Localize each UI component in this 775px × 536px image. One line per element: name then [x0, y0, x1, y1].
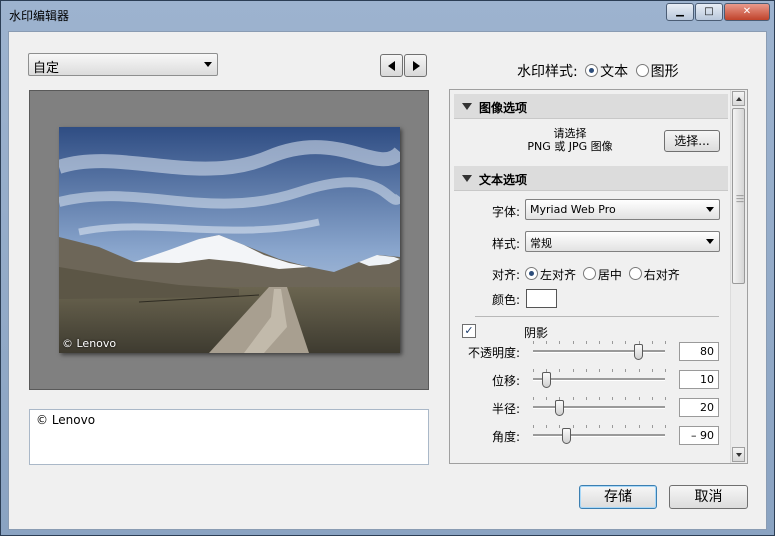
slider-thumb[interactable]: [561, 428, 571, 444]
font-dropdown[interactable]: Myriad Web Pro: [525, 199, 720, 220]
close-icon: ✕: [742, 6, 752, 17]
slider-label: 位移:: [491, 374, 520, 388]
dialog-body: 自定 水印样式: 文本 图形 © Lenovo © Lenovo 图像选项 请选…: [8, 31, 767, 530]
scroll-down-arrow-icon[interactable]: [732, 447, 745, 462]
slider-value-field[interactable]: 20: [679, 398, 719, 417]
maximize-button[interactable]: □: [695, 3, 723, 21]
triangle-left-icon: [388, 61, 395, 71]
style-value: 常规: [530, 237, 552, 250]
slider-label: 不透明度:: [467, 346, 520, 360]
style-label: 样式:: [491, 237, 520, 251]
preset-value: 自定: [33, 61, 60, 76]
slider-label: 半径:: [491, 402, 520, 416]
align-center-label: 居中: [597, 268, 622, 282]
watermark-style-group: 水印样式: 文本 图形: [517, 61, 679, 81]
close-button[interactable]: ✕: [724, 3, 770, 21]
watermark-text-input[interactable]: © Lenovo: [29, 409, 429, 465]
shadow-label: 阴影: [524, 326, 549, 340]
cancel-button[interactable]: 取消: [669, 485, 748, 509]
slider-track[interactable]: [533, 350, 665, 353]
watermark-editor-window: 水印编辑器 ▁ □ ✕ 自定 水印样式: 文本 图形 © Lenovo © Le…: [0, 0, 775, 536]
watermark-overlay-text: © Lenovo: [62, 337, 117, 350]
minimize-button[interactable]: ▁: [666, 3, 694, 21]
options-panel: 图像选项 请选择 PNG 或 JPG 图像 选择... 文本选项 字体: Myr…: [449, 89, 748, 464]
slider-ticks: [533, 369, 666, 373]
align-group: 左对齐 居中 右对齐: [525, 266, 680, 283]
image-options-header[interactable]: 图像选项: [454, 94, 728, 119]
landscape-image: [59, 127, 400, 353]
style-text-label: 文本: [600, 64, 629, 80]
maximize-icon: □: [704, 6, 714, 17]
style-graphic-radio[interactable]: [635, 64, 649, 77]
checkmark-icon: ✓: [464, 324, 474, 337]
next-image-button[interactable]: [404, 54, 427, 77]
slider-track[interactable]: [533, 378, 665, 381]
text-options-header[interactable]: 文本选项: [454, 166, 728, 191]
save-button[interactable]: 存储: [579, 485, 657, 509]
slider-thumb[interactable]: [541, 372, 551, 388]
color-label: 颜色:: [491, 293, 520, 307]
align-right-label: 右对齐: [643, 268, 680, 282]
choose-image-button[interactable]: 选择...: [664, 130, 720, 152]
preview-photo: © Lenovo: [59, 127, 400, 353]
panel-scrollbar[interactable]: — — —: [730, 90, 747, 463]
font-value: Myriad Web Pro: [530, 203, 616, 216]
scroll-up-arrow-icon[interactable]: [732, 91, 745, 106]
chevron-down-icon: [706, 239, 714, 244]
watermark-style-label: 水印样式:: [517, 64, 578, 80]
previous-image-button[interactable]: [380, 54, 403, 77]
chevron-down-icon: [706, 207, 714, 212]
style-graphic-label: 图形: [650, 64, 679, 80]
font-label: 字体:: [491, 205, 520, 219]
scrollbar-thumb[interactable]: — — —: [732, 108, 745, 284]
collapse-triangle-icon: [462, 103, 472, 110]
image-prompt: 请选择 PNG 或 JPG 图像: [510, 127, 630, 153]
collapse-triangle-icon: [462, 175, 472, 182]
slider-track[interactable]: [533, 434, 665, 437]
slider-thumb[interactable]: [554, 400, 564, 416]
window-title: 水印编辑器: [9, 9, 70, 23]
slider-track[interactable]: [533, 406, 665, 409]
chevron-down-icon: [204, 62, 212, 67]
slider-value-field[interactable]: 10: [679, 370, 719, 389]
image-prompt-line1: 请选择: [553, 127, 587, 140]
style-dropdown[interactable]: 常规: [525, 231, 720, 252]
slider-label: 角度:: [491, 430, 520, 444]
image-options-title: 图像选项: [479, 101, 528, 115]
grip-icon: — — —: [736, 191, 744, 206]
title-bar: 水印编辑器 ▁ □ ✕: [1, 1, 774, 27]
slider-value-field[interactable]: 80: [679, 342, 719, 361]
slider-thumb[interactable]: [634, 344, 644, 360]
align-center-radio[interactable]: [582, 267, 596, 280]
shadow-checkbox[interactable]: ✓: [462, 324, 476, 338]
minimize-icon: ▁: [676, 6, 684, 17]
color-swatch[interactable]: [526, 289, 557, 308]
align-left-label: 左对齐: [540, 268, 577, 282]
preview-area: © Lenovo: [29, 90, 429, 390]
triangle-right-icon: [413, 61, 420, 71]
separator: [475, 316, 719, 317]
align-right-radio[interactable]: [628, 267, 642, 280]
preset-dropdown[interactable]: 自定: [28, 53, 218, 76]
slider-value-field[interactable]: – 90: [679, 426, 719, 445]
align-label: 对齐:: [491, 268, 520, 282]
image-prompt-line2: PNG 或 JPG 图像: [527, 140, 613, 153]
slider-ticks: [533, 341, 666, 345]
style-text-radio[interactable]: [585, 64, 599, 77]
slider-ticks: [533, 397, 666, 401]
align-left-radio[interactable]: [525, 267, 538, 280]
text-options-title: 文本选项: [479, 173, 528, 187]
slider-ticks: [533, 425, 666, 429]
